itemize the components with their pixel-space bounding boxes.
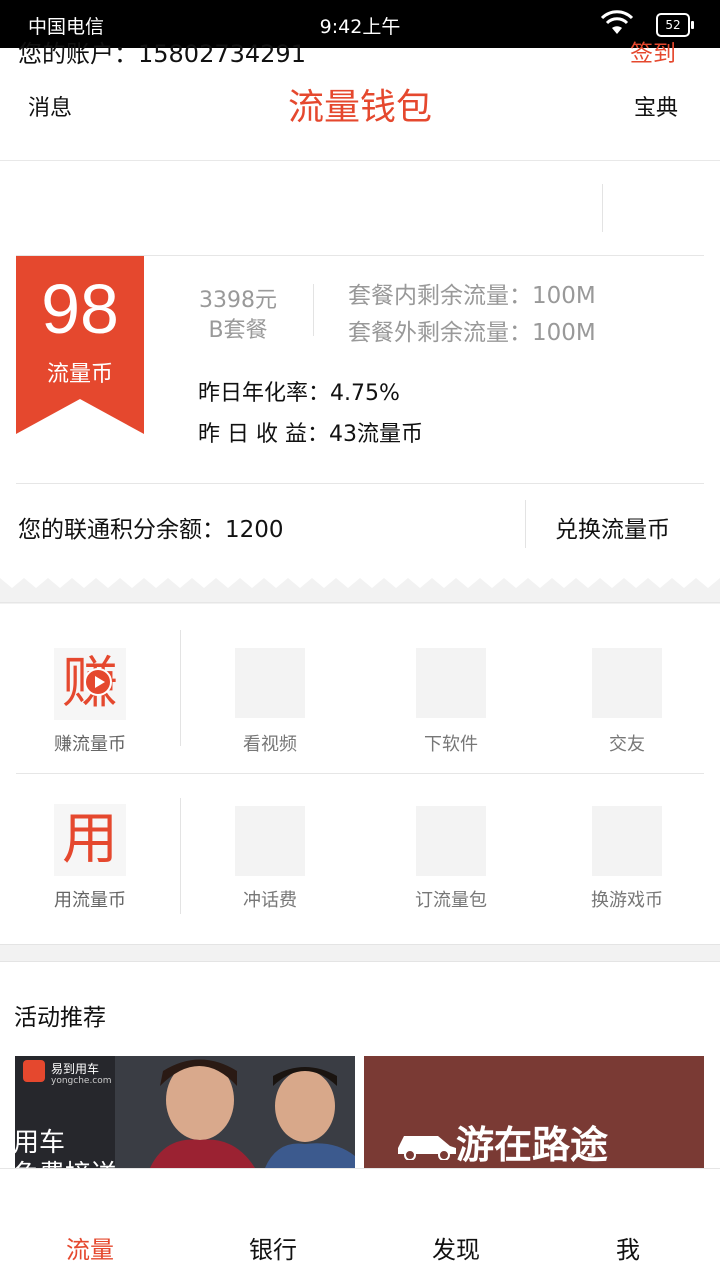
yesterday-rate: 昨日年化率：4.75%	[198, 381, 400, 406]
play-icon	[84, 668, 112, 696]
download-app-label[interactable]: 下软件	[361, 730, 541, 756]
package-name: B套餐	[208, 318, 268, 343]
banner-text-2: 免费接送	[15, 1154, 117, 1168]
points-balance: 您的联通积分余额：1200	[18, 517, 284, 543]
activity-banner-travel[interactable]: 游在路途	[364, 1056, 704, 1168]
car-icon	[398, 1136, 456, 1160]
activity-banner-car[interactable]: 易到用车 yongche.com 用车 免费接送	[15, 1056, 355, 1168]
data-package-icon[interactable]	[416, 806, 486, 876]
coin-unit: 流量币	[46, 362, 113, 387]
banner-text: 游在路途	[456, 1123, 609, 1167]
divider	[180, 630, 181, 746]
banner-brand-url: yongche.com	[51, 1076, 112, 1086]
remaining-in-package: 套餐内剩余流量：100M	[348, 283, 596, 309]
watch-video-icon[interactable]	[235, 648, 305, 718]
earn-coins-label: 赚流量币	[54, 734, 126, 755]
divider	[16, 483, 704, 484]
section-separator	[0, 944, 720, 962]
divider	[602, 184, 603, 232]
tab-me[interactable]: 我	[538, 1230, 718, 1265]
brand-logo-icon	[23, 1060, 45, 1082]
wifi-icon	[600, 10, 634, 34]
use-coins-icon[interactable]: 用	[54, 804, 126, 876]
divider	[16, 773, 704, 774]
watch-video-label[interactable]: 看视频	[180, 730, 360, 756]
recharge-phone-label[interactable]: 冲话费	[180, 886, 360, 912]
game-coins-icon[interactable]	[592, 806, 662, 876]
divider	[313, 284, 314, 336]
divider	[525, 500, 526, 548]
tab-bank[interactable]: 银行	[183, 1230, 363, 1265]
guide-button[interactable]: 宝典	[634, 90, 678, 122]
coin-amount: 98	[41, 270, 119, 348]
signin-button[interactable]: 签到	[630, 34, 676, 68]
yesterday-income: 昨 日 收 益：43流量币	[198, 422, 423, 447]
use-coins-label: 用流量币	[54, 890, 126, 911]
remaining-out-package: 套餐外剩余流量：100M	[348, 320, 596, 346]
use-glyph: 用	[62, 807, 118, 872]
banner-brand: 易到用车	[51, 1062, 100, 1076]
page-title: 流量钱包	[287, 87, 432, 128]
divider	[0, 602, 720, 603]
make-friends-icon[interactable]	[592, 648, 662, 718]
data-package-label[interactable]: 订流量包	[361, 886, 541, 912]
exchange-coins-button[interactable]: 兑换流量币	[555, 510, 670, 544]
activities-title: 活动推荐	[14, 1005, 106, 1031]
earn-coins-icon[interactable]: 赚	[54, 648, 126, 720]
tab-discover[interactable]: 发现	[366, 1230, 546, 1265]
tab-traffic[interactable]: 流量	[0, 1230, 180, 1265]
account-number: 您的账户：15802734291	[18, 40, 306, 68]
download-app-icon[interactable]	[416, 648, 486, 718]
recharge-phone-icon[interactable]	[235, 806, 305, 876]
zigzag-edge	[0, 570, 720, 588]
package-price: 3398元	[199, 288, 277, 313]
make-friends-label[interactable]: 交友	[537, 730, 717, 756]
game-coins-label[interactable]: 换游戏币	[537, 886, 717, 912]
